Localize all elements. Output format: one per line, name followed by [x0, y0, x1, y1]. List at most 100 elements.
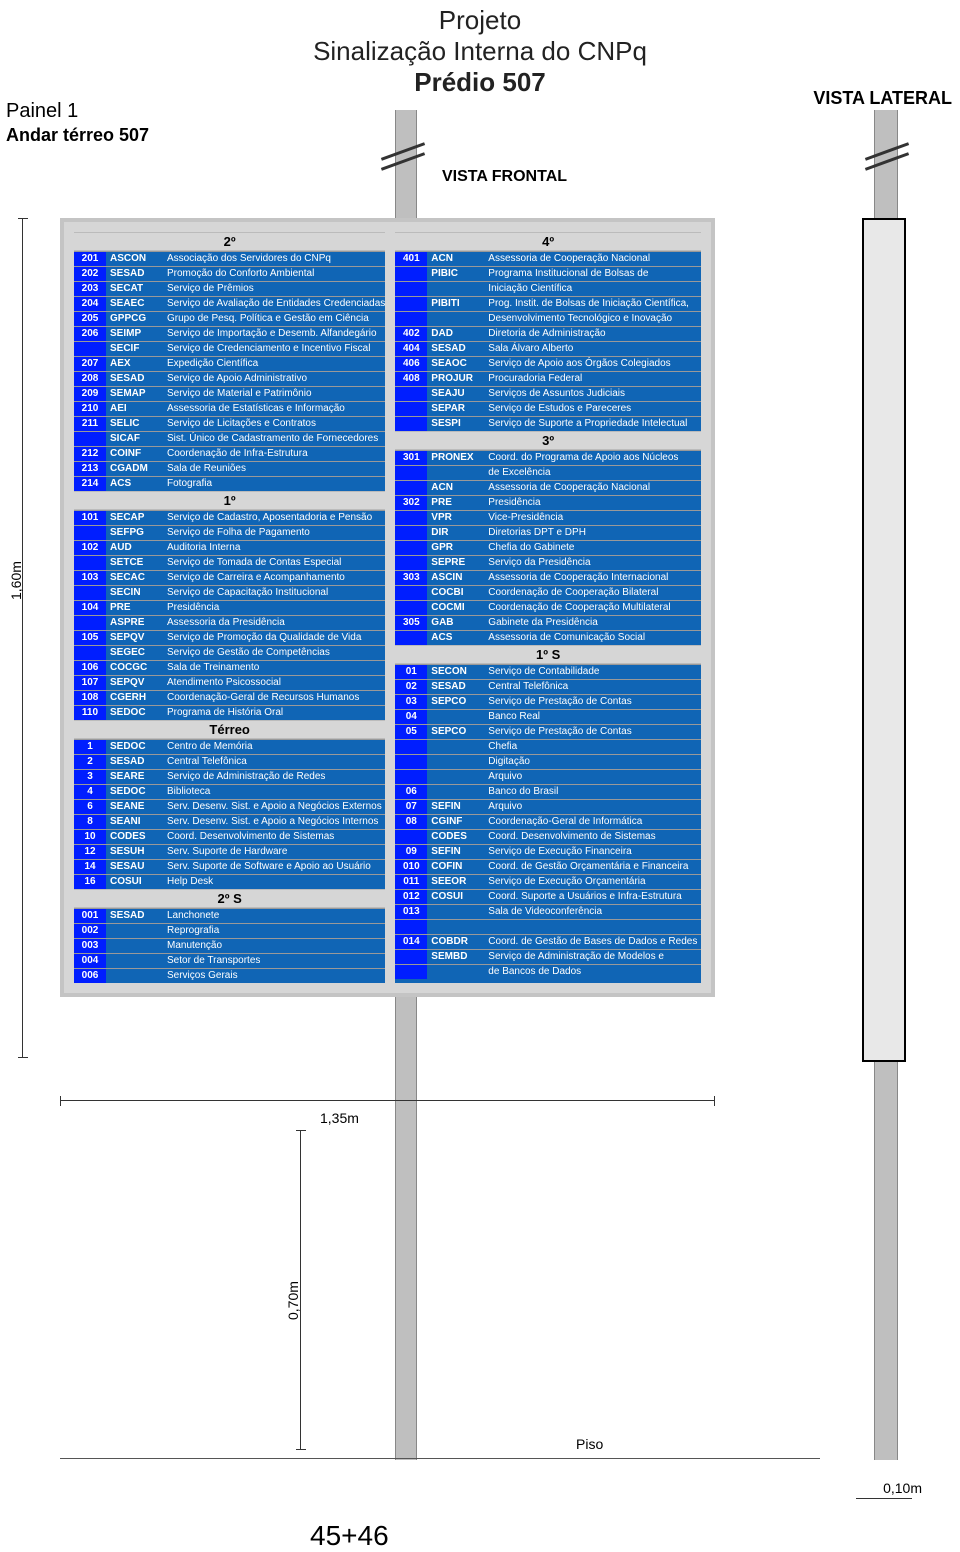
directory-row: 408PROJURProcuradoria Federal: [395, 371, 701, 386]
dept-description: Serviço de Prestação de Contas: [486, 725, 701, 739]
directory-row: 104PREPresidência: [74, 600, 385, 615]
dept-description: Serviço de Capacitação Institucional: [165, 586, 385, 600]
dept-acronym: SESAU: [106, 860, 165, 874]
room-number: 110: [74, 706, 106, 720]
room-number: 09: [395, 845, 427, 859]
dept-description: Arquivo: [486, 800, 701, 814]
directory-row: 402DADDiretoria de Administração: [395, 326, 701, 341]
room-number: [395, 387, 427, 401]
directory-row: 03SEPCOServiço de Prestação de Contas: [395, 694, 701, 709]
dept-description: Coord. de Gestão de Bases de Dados e Red…: [486, 935, 701, 949]
room-number: 14: [74, 860, 106, 874]
room-number: 013: [395, 905, 427, 919]
directory-row: COCBICoordenação de Cooperação Bilateral: [395, 585, 701, 600]
room-number: 004: [74, 954, 106, 968]
room-number: 003: [74, 939, 106, 953]
dept-description: de Excelência: [486, 466, 701, 480]
directory-row: 107SEPQVAtendimento Psicossocial: [74, 675, 385, 690]
dept-acronym: PIBITI: [427, 297, 486, 311]
room-number: 8: [74, 815, 106, 829]
dept-acronym: SESAD: [106, 909, 165, 923]
dept-acronym: CGERH: [106, 691, 165, 705]
room-number: 203: [74, 282, 106, 296]
directory-row: SECIFServiço de Credenciamento e Incenti…: [74, 341, 385, 356]
directory-row: Digitação: [395, 754, 701, 769]
directory-row: VPRVice-Presidência: [395, 510, 701, 525]
dept-acronym: SELIC: [106, 417, 165, 431]
dept-description: Iniciação Científica: [486, 282, 701, 296]
dept-acronym: SECIN: [106, 586, 165, 600]
dept-description: Assessoria de Cooperação Nacional: [486, 481, 701, 495]
directory-row: 110SEDOCPrograma de História Oral: [74, 705, 385, 720]
room-number: [395, 601, 427, 615]
dept-acronym: DAD: [427, 327, 486, 341]
dept-description: Serviço de Estudos e Pareceres: [486, 402, 701, 416]
room-number: [395, 770, 427, 784]
dept-acronym: [427, 965, 486, 979]
dept-description: Presidência: [486, 496, 701, 510]
room-number: 302: [395, 496, 427, 510]
directory-row: 303ASCINAssessoria de Cooperação Interna…: [395, 570, 701, 585]
dept-acronym: SEMBD: [427, 950, 486, 964]
room-number: 209: [74, 387, 106, 401]
dept-acronym: SESPI: [427, 417, 486, 431]
directory-row: 208SESADServiço de Apoio Administrativo: [74, 371, 385, 386]
dept-description: Coord. Desenvolvimento de Sistemas: [165, 830, 385, 844]
dept-acronym: [106, 969, 165, 983]
dept-acronym: [427, 905, 486, 919]
dept-acronym: SEMAP: [106, 387, 165, 401]
room-number: 010: [395, 860, 427, 874]
dept-description: Serviço de Suporte a Propriedade Intelec…: [486, 417, 701, 431]
room-number: [74, 616, 106, 630]
directory-row: 211SELICServiço de Licitações e Contrato…: [74, 416, 385, 431]
dept-acronym: SECAP: [106, 511, 165, 525]
dept-description: Programa Institucional de Bolsas de: [486, 267, 701, 281]
room-number: 02: [395, 680, 427, 694]
room-number: 103: [74, 571, 106, 585]
directory-row: 213CGADMSala de Reuniões: [74, 461, 385, 476]
board-col-left: 2º201ASCONAssociação dos Servidores do C…: [74, 232, 385, 983]
painel-block: Painel 1 Andar térreo 507: [6, 100, 149, 146]
ground-line: [60, 1458, 820, 1459]
dept-description: Serviço de Folha de Pagamento: [165, 526, 385, 540]
dept-acronym: SEDOC: [106, 740, 165, 754]
directory-row: 011SEEORServiço de Execução Orçamentária: [395, 874, 701, 889]
dept-description: Coordenação de Cooperação Bilateral: [486, 586, 701, 600]
dept-acronym: SEAEC: [106, 297, 165, 311]
directory-row: PIBITIProg. Instit. de Bolsas de Iniciaç…: [395, 296, 701, 311]
dept-acronym: SEAOC: [427, 357, 486, 371]
dept-description: Serv. Desenv. Sist. e Apoio a Negócios E…: [165, 800, 385, 814]
dept-acronym: CODES: [106, 830, 165, 844]
board-col-right: 4º401ACNAssessoria de Cooperação Naciona…: [395, 232, 701, 983]
dept-description: Chefia: [486, 740, 701, 754]
room-number: [395, 481, 427, 495]
dept-acronym: GPPCG: [106, 312, 165, 326]
floor-header: 2º: [74, 232, 385, 251]
dept-acronym: SEPCO: [427, 725, 486, 739]
room-number: 102: [74, 541, 106, 555]
room-number: 6: [74, 800, 106, 814]
room-number: 011: [395, 875, 427, 889]
dept-acronym: DIR: [427, 526, 486, 540]
directory-row: 209SEMAPServiço de Material e Patrimônio: [74, 386, 385, 401]
room-number: 1: [74, 740, 106, 754]
room-number: 210: [74, 402, 106, 416]
board-side-view: [862, 218, 906, 1062]
directory-row: DIRDiretorias DPT e DPH: [395, 525, 701, 540]
directory-row: 6SEANEServ. Desenv. Sist. e Apoio a Negó…: [74, 799, 385, 814]
dept-description: Vice-Presidência: [486, 511, 701, 525]
directory-row: de Bancos de Dados: [395, 964, 701, 979]
dept-description: Serviço de Prestação de Contas: [486, 695, 701, 709]
directory-row: 404SESADSala Álvaro Alberto: [395, 341, 701, 356]
directory-row: 2SESADCentral Telefônica: [74, 754, 385, 769]
dept-description: Serv. Suporte de Software e Apoio ao Usu…: [165, 860, 385, 874]
room-number: 205: [74, 312, 106, 326]
room-number: [395, 511, 427, 525]
dept-description: Banco Real: [486, 710, 701, 724]
floor-header: 1º S: [395, 645, 701, 664]
directory-row: PIBICPrograma Institucional de Bolsas de: [395, 266, 701, 281]
dept-description: Serviço de Prêmios: [165, 282, 385, 296]
directory-row: SETCEServiço de Tomada de Contas Especia…: [74, 555, 385, 570]
room-number: 04: [395, 710, 427, 724]
dept-acronym: SESAD: [106, 755, 165, 769]
